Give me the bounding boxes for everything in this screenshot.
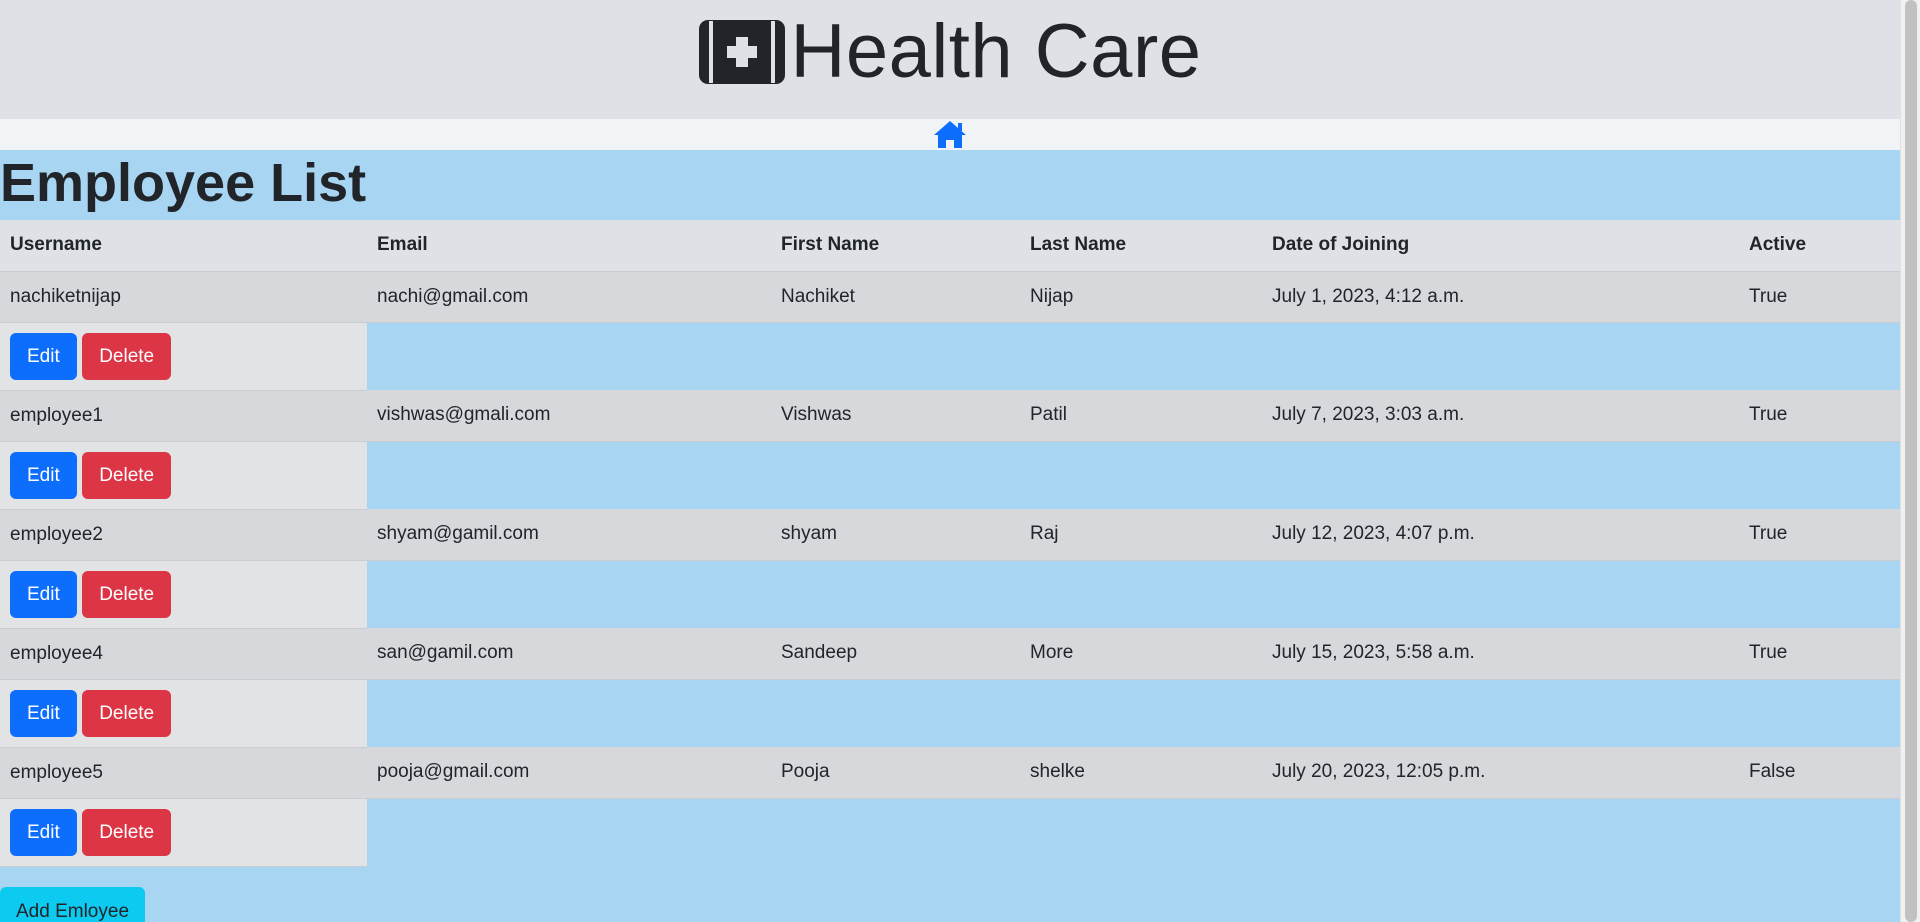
header-first-name: First Name: [771, 220, 1020, 272]
row-actions: Edit Delete: [0, 679, 1900, 748]
cell-date-of-joining: July 20, 2023, 12:05 p.m.: [1262, 747, 1739, 799]
edit-button[interactable]: Edit: [10, 451, 77, 499]
table-row: employee2 shyam@gamil.com shyam Raj July…: [0, 509, 1900, 561]
cell-last-name: Nijap: [1020, 271, 1262, 323]
table-header-row: Username Email First Name Last Name Date…: [0, 220, 1900, 272]
cell-first-name: Nachiket: [771, 271, 1020, 323]
cell-active: True: [1739, 628, 1900, 680]
delete-button[interactable]: Delete: [82, 332, 172, 380]
cell-email: pooja@gmail.com: [367, 747, 771, 799]
cell-active: True: [1739, 390, 1900, 442]
delete-button[interactable]: Delete: [82, 808, 172, 856]
delete-button[interactable]: Delete: [82, 451, 172, 499]
cell-first-name: Pooja: [771, 747, 1020, 799]
cell-date-of-joining: July 12, 2023, 4:07 p.m.: [1262, 509, 1739, 561]
cell-last-name: More: [1020, 628, 1262, 680]
brand-title: Health Care: [790, 9, 1202, 94]
cell-last-name: Patil: [1020, 390, 1262, 442]
edit-button[interactable]: Edit: [10, 570, 77, 618]
table-row: employee1 vishwas@gmali.com Vishwas Pati…: [0, 390, 1900, 442]
row-actions-filler: [367, 441, 1900, 509]
cell-date-of-joining: July 15, 2023, 5:58 a.m.: [1262, 628, 1739, 680]
page: Health Care Employee List Username Email…: [0, 0, 1900, 922]
cell-active: False: [1739, 747, 1900, 799]
header-date-of-joining: Date of Joining: [1262, 220, 1739, 272]
cell-email: san@gamil.com: [367, 628, 771, 680]
cell-username: employee5: [0, 747, 367, 799]
cell-username: nachiketnijap: [0, 271, 367, 323]
cell-email: nachi@gmail.com: [367, 271, 771, 323]
cell-active: True: [1739, 271, 1900, 323]
employee-table: Username Email First Name Last Name Date…: [0, 220, 1900, 867]
row-actions-cell: Edit Delete: [0, 322, 367, 391]
header-last-name: Last Name: [1020, 220, 1262, 272]
medical-kit-icon: [699, 19, 786, 84]
table-row: employee4 san@gamil.com Sandeep More Jul…: [0, 628, 1900, 680]
delete-button[interactable]: Delete: [82, 689, 172, 737]
cell-active: True: [1739, 509, 1900, 561]
page-title: Employee List: [0, 153, 367, 213]
vertical-scrollbar[interactable]: [1900, 0, 1920, 922]
header-email: Email: [367, 220, 771, 272]
row-actions: Edit Delete: [0, 560, 1900, 629]
header-username: Username: [0, 220, 367, 272]
row-actions-cell: Edit Delete: [0, 798, 367, 867]
row-actions-filler: [367, 560, 1900, 628]
add-employee-wrap: Add Emloyee: [0, 867, 1900, 922]
edit-button[interactable]: Edit: [10, 808, 77, 856]
table-row: employee5 pooja@gmail.com Pooja shelke J…: [0, 747, 1900, 799]
scrollbar-thumb[interactable]: [1905, 0, 1917, 922]
row-actions: Edit Delete: [0, 441, 1900, 510]
cell-first-name: Vishwas: [771, 390, 1020, 442]
row-actions-filler: [367, 798, 1900, 866]
delete-button[interactable]: Delete: [82, 570, 172, 618]
cell-date-of-joining: July 1, 2023, 4:12 a.m.: [1262, 271, 1739, 323]
add-employee-button[interactable]: Add Emloyee: [0, 886, 146, 922]
row-actions-filler: [367, 322, 1900, 390]
home-nav: [0, 119, 1900, 150]
table-row: nachiketnijap nachi@gmail.com Nachiket N…: [0, 271, 1900, 323]
edit-button[interactable]: Edit: [10, 332, 77, 380]
cell-email: shyam@gamil.com: [367, 509, 771, 561]
brand[interactable]: Health Care: [698, 8, 1201, 95]
edit-button[interactable]: Edit: [10, 689, 77, 737]
row-actions-cell: Edit Delete: [0, 560, 367, 629]
row-actions: Edit Delete: [0, 322, 1900, 391]
row-actions-cell: Edit Delete: [0, 441, 367, 510]
home-link[interactable]: [932, 119, 968, 150]
cell-username: employee2: [0, 509, 367, 561]
cell-email: vishwas@gmali.com: [367, 390, 771, 442]
cell-first-name: Sandeep: [771, 628, 1020, 680]
brand-header: Health Care: [0, 0, 1900, 119]
cell-date-of-joining: July 7, 2023, 3:03 a.m.: [1262, 390, 1739, 442]
cell-username: employee4: [0, 628, 367, 680]
cell-first-name: shyam: [771, 509, 1020, 561]
row-actions: Edit Delete: [0, 798, 1900, 867]
header-active: Active: [1739, 220, 1900, 272]
row-actions-filler: [367, 679, 1900, 747]
row-actions-cell: Edit Delete: [0, 679, 367, 748]
cell-last-name: Raj: [1020, 509, 1262, 561]
home-icon: [934, 121, 966, 148]
cell-username: employee1: [0, 390, 367, 442]
cell-last-name: shelke: [1020, 747, 1262, 799]
